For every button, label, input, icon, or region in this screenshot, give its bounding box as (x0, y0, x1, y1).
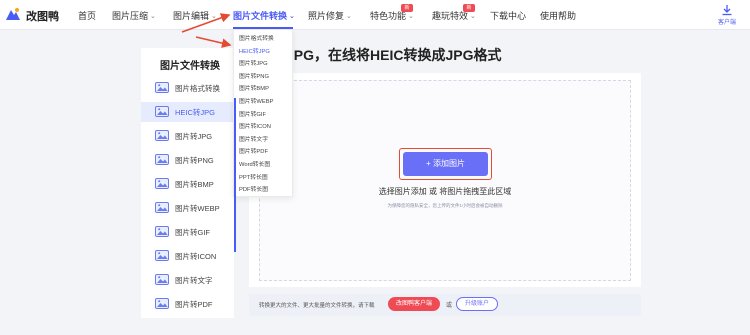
dropdown-item[interactable]: 图片转GIF (239, 109, 266, 118)
image-icon (155, 130, 169, 141)
dropdown-item[interactable]: 图片转WEBP (239, 96, 273, 105)
download-icon (722, 5, 732, 16)
dropdown-item[interactable]: PDF转长图 (239, 184, 268, 193)
sidebar-item-label: 图片格式转换 (175, 84, 220, 93)
sidebar-item[interactable]: 图片转JPG (141, 126, 234, 146)
sidebar-heading: 图片文件转换 (160, 61, 220, 72)
nav-download-center[interactable]: 下载中心 (490, 9, 526, 22)
page-title: JPG，在线将HEIC转换成JPG格式 (286, 47, 502, 63)
dropdown-item[interactable]: 图片转PDF (239, 146, 268, 155)
upload-dropzone[interactable] (259, 80, 631, 281)
sidebar-item-label: 图片转ICON (175, 252, 217, 261)
image-icon (155, 226, 169, 237)
bottom-text: 转换更大的文件、更大批量的文件转换，请下载 (259, 303, 375, 309)
dropdown-item[interactable]: HEIC转JPG (239, 46, 270, 55)
sidebar-item[interactable]: 图片转BMP (141, 174, 234, 194)
sidebar-item-label: 图片转GIF (175, 228, 210, 237)
nav-image-compress[interactable]: 图片压缩 ⌄ (112, 9, 156, 22)
sidebar-item[interactable]: 图片转ICON (141, 246, 234, 266)
image-icon (155, 250, 169, 261)
or-text: 或 (446, 303, 453, 309)
sidebar-item[interactable]: 图片转PDF (141, 294, 234, 314)
chevron-down-icon: ⌄ (211, 13, 217, 20)
dropdown-item[interactable]: PPT转长图 (239, 172, 268, 181)
image-icon (155, 298, 169, 309)
arrow-to-heic (195, 36, 232, 48)
sidebar-item[interactable]: HEIC转JPG (141, 102, 234, 122)
image-icon (155, 106, 169, 117)
nav-image-edit[interactable]: 图片编辑 ⌄ (173, 9, 217, 22)
chevron-down-icon: ⌄ (346, 13, 352, 20)
sidebar-item-label: HEIC转JPG (175, 108, 216, 117)
sidebar-item[interactable]: 图片转PNG (141, 150, 234, 170)
nav-home[interactable]: 首页 (78, 9, 96, 22)
upload-tip: 选择图片添加 或 将图片拖拽至此区域 (378, 187, 512, 196)
client-label: 客户端 (717, 20, 736, 26)
file-convert-dropdown: 图片格式转换 HEIC转JPG 图片转JPG 图片转PNG 图片转BMP 图片转WEBP 图… (233, 29, 293, 197)
chevron-down-icon: ⌄ (470, 13, 476, 20)
nav-file-convert[interactable]: 图片文件转换 ⌄ (233, 9, 295, 22)
sidebar-item-label: 图片转PNG (175, 156, 214, 165)
duck-logo-icon[interactable] (3, 5, 23, 25)
new-badge: 新 (401, 4, 413, 12)
nav-photo-repair[interactable]: 照片修复 ⌄ (308, 9, 352, 22)
client-download-button[interactable]: 客户端 (712, 4, 742, 26)
new-badge: 新 (463, 4, 475, 12)
sidebar-item-label: 图片转WEBP (175, 204, 220, 213)
dropdown-item[interactable]: Word转长图 (239, 159, 270, 168)
chevron-up-icon: ⌄ (289, 13, 295, 20)
chevron-down-icon: ⌄ (408, 13, 414, 20)
sidebar-item[interactable]: 图片转文字 (141, 270, 234, 290)
dropdown-item[interactable]: 图片转ICON (239, 121, 271, 130)
top-navigation-bar: 改图鸭 首页 图片压缩 ⌄ 图片编辑 ⌄ 图片文件转换 ⌄ 照片修复 ⌄ 特色功能 ⌄ 新… (0, 0, 750, 30)
nav-help[interactable]: 使用帮助 (540, 9, 576, 22)
download-client-button[interactable]: 改图鸭客户端 (388, 297, 440, 311)
chevron-down-icon: ⌄ (150, 13, 156, 20)
sidebar-item-label: 图片转JPG (175, 132, 213, 141)
sidebar-item-label: 图片转BMP (175, 180, 214, 189)
image-icon (155, 178, 169, 189)
sidebar: 图片文件转换 图片格式转换 HEIC转JPG 图片转JPG 图片转PNG 图片转BMP 图… (141, 48, 234, 318)
image-icon (155, 274, 169, 285)
dropdown-item[interactable]: 图片转PNG (239, 71, 269, 80)
dropdown-item[interactable]: 图片转JPG (239, 58, 268, 67)
image-icon (155, 82, 169, 93)
upgrade-account-button[interactable]: 升级账户 (456, 297, 498, 311)
sidebar-item[interactable]: 图片格式转换 (141, 78, 234, 98)
sidebar-item-label: 图片转文字 (175, 276, 213, 285)
sidebar-item[interactable]: 图片转GIF (141, 222, 234, 242)
sidebar-item-label: 图片转PDF (175, 300, 213, 309)
privacy-tip: 为保障您的隐私安全，您上传的文件1小时后会被自动删除 (387, 203, 503, 208)
dropdown-scrollbar[interactable] (234, 98, 236, 252)
image-icon (155, 202, 169, 213)
sidebar-item[interactable]: 图片转WEBP (141, 198, 234, 218)
brand-name[interactable]: 改图鸭 (26, 8, 59, 24)
dropdown-item[interactable]: 图片转文字 (239, 134, 268, 143)
dropdown-item[interactable]: 图片格式转换 (239, 33, 274, 42)
add-image-button[interactable]: + 添加图片 (403, 152, 488, 176)
image-icon (155, 154, 169, 165)
dropdown-item[interactable]: 图片转BMP (239, 83, 269, 92)
